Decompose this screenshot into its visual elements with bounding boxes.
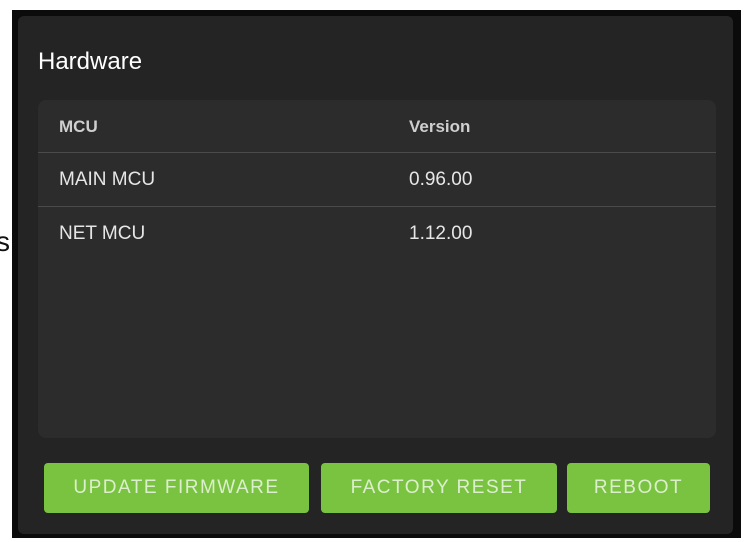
column-header-version: Version (409, 117, 471, 136)
page: s Hardware MCU Version MAIN MCU 0.96.00 … (0, 0, 749, 542)
panel-title: Hardware (38, 48, 143, 75)
table-row: NET MCU 1.12.00 (38, 207, 716, 261)
table-header-row: MCU Version (38, 100, 716, 153)
column-header-mcu: MCU (59, 117, 98, 136)
mcu-version-cell: 0.96.00 (409, 169, 473, 190)
mcu-name-cell: MAIN MCU (59, 169, 156, 190)
table-row: MAIN MCU 0.96.00 (38, 153, 716, 207)
factory-reset-button[interactable]: FACTORY RESET (321, 463, 557, 513)
mcu-version-table: MCU Version MAIN MCU 0.96.00 NET MCU 1.1… (38, 100, 716, 438)
update-firmware-button[interactable]: UPDATE FIRMWARE (44, 463, 309, 513)
reboot-button[interactable]: REBOOT (567, 463, 710, 513)
mcu-version-cell: 1.12.00 (409, 223, 473, 244)
hardware-panel: Hardware MCU Version MAIN MCU 0.96.00 NE… (18, 16, 733, 534)
mcu-name-cell: NET MCU (59, 223, 146, 244)
hardware-frame: Hardware MCU Version MAIN MCU 0.96.00 NE… (12, 10, 741, 538)
